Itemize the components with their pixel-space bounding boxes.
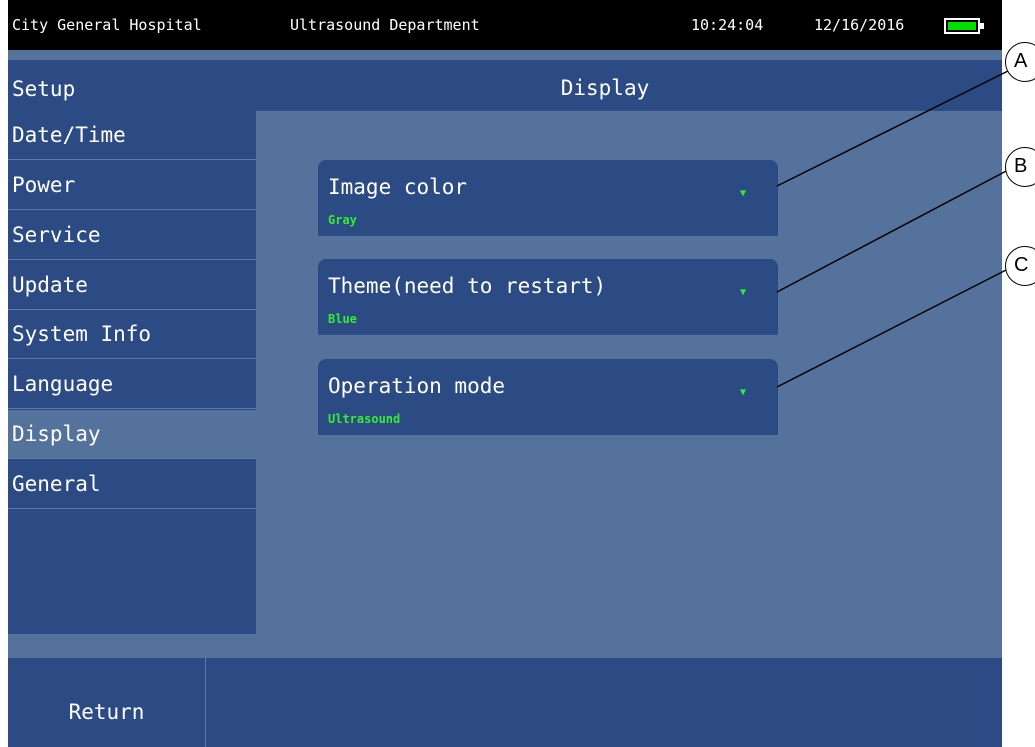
leader-line-a — [776, 69, 1011, 187]
leader-line-b — [776, 168, 1011, 293]
callout-leader-lines — [776, 69, 1011, 388]
leader-line-c — [776, 267, 1011, 388]
